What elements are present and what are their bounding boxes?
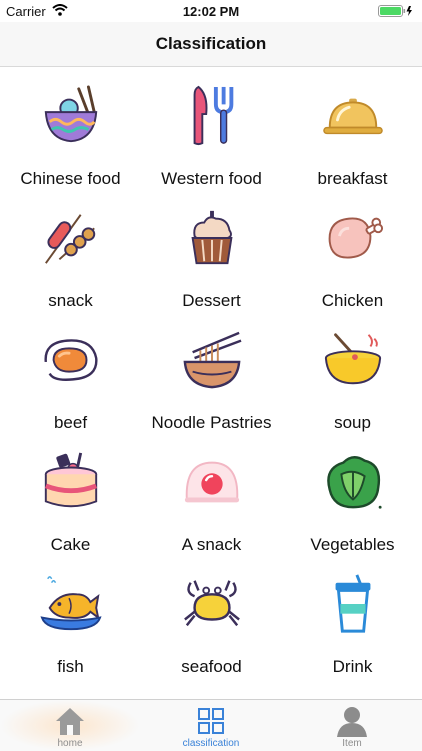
cupcake-icon: [191, 210, 233, 265]
category-drink[interactable]: Drink: [282, 555, 422, 677]
category-label: Vegetables: [310, 535, 395, 554]
cloche-icon: [323, 98, 383, 135]
status-bar: Carrier 12:02 PM: [0, 0, 422, 22]
category-label: soup: [334, 413, 371, 432]
category-noodle-pastries[interactable]: Noodle Pastries: [141, 311, 282, 433]
category-label: breakfast: [317, 169, 388, 188]
mochi-icon: [184, 461, 240, 503]
category-label: fish: [57, 657, 84, 676]
category-cake[interactable]: Cake: [0, 433, 141, 555]
category-label: Western food: [161, 169, 262, 188]
category-chinese-food[interactable]: Chinese food: [0, 67, 141, 189]
category-label: Noodle Pastries: [151, 413, 272, 432]
tab-classification[interactable]: classification: [141, 700, 281, 751]
tab-home[interactable]: home: [0, 700, 140, 751]
clock: 12:02 PM: [182, 4, 240, 19]
category-a-snack[interactable]: A snack: [141, 433, 282, 555]
category-label: seafood: [181, 657, 242, 676]
category-chicken[interactable]: Chicken: [282, 189, 422, 311]
cabbage-icon: [327, 456, 382, 509]
chicken-leg-icon: [328, 217, 384, 259]
fish-plate-icon: [40, 576, 102, 631]
knife-fork-icon: [193, 85, 234, 146]
category-label: A snack: [181, 535, 242, 554]
category-vegetables[interactable]: Vegetables: [282, 433, 422, 555]
navigation-bar: Classification: [0, 22, 422, 67]
drink-cup-icon: [335, 574, 371, 633]
category-label: snack: [48, 291, 93, 310]
soup-bowl-icon: [324, 333, 382, 385]
category-soup[interactable]: soup: [282, 311, 422, 433]
category-dessert[interactable]: Dessert: [141, 189, 282, 311]
tab-item[interactable]: Item: [282, 700, 422, 751]
category-snack[interactable]: snack: [0, 189, 141, 311]
category-western-food[interactable]: Western food: [141, 67, 282, 189]
category-label: Dessert: [182, 291, 241, 310]
tab-label: home: [57, 738, 83, 749]
home-icon: [56, 708, 84, 735]
page-title: Classification: [155, 34, 267, 53]
category-label: beef: [53, 413, 88, 432]
category-label: Chinese food: [20, 169, 121, 188]
crab-icon: [184, 580, 240, 627]
person-icon: [337, 707, 367, 737]
category-beef[interactable]: beef: [0, 311, 141, 433]
category-seafood[interactable]: seafood: [141, 555, 282, 677]
tab-bar: home classification Item: [0, 699, 422, 751]
category-grid: Chinese food Western food breakfast snac…: [0, 67, 422, 699]
skewer-icon: [45, 214, 96, 264]
category-breakfast[interactable]: breakfast: [282, 67, 422, 189]
steak-icon: [44, 339, 98, 381]
cake-icon: [44, 452, 98, 508]
category-fish[interactable]: fish: [0, 555, 141, 677]
grid-icon: [198, 708, 224, 734]
category-label: Cake: [50, 535, 91, 554]
category-label: Chicken: [321, 291, 384, 310]
category-label: Drink: [332, 657, 373, 676]
battery-icon: [378, 5, 412, 17]
noodle-bowl-icon: [183, 331, 242, 389]
rice-bowl-icon: [44, 85, 98, 143]
tab-label: Item: [342, 738, 362, 749]
tab-label: classification: [182, 738, 240, 749]
